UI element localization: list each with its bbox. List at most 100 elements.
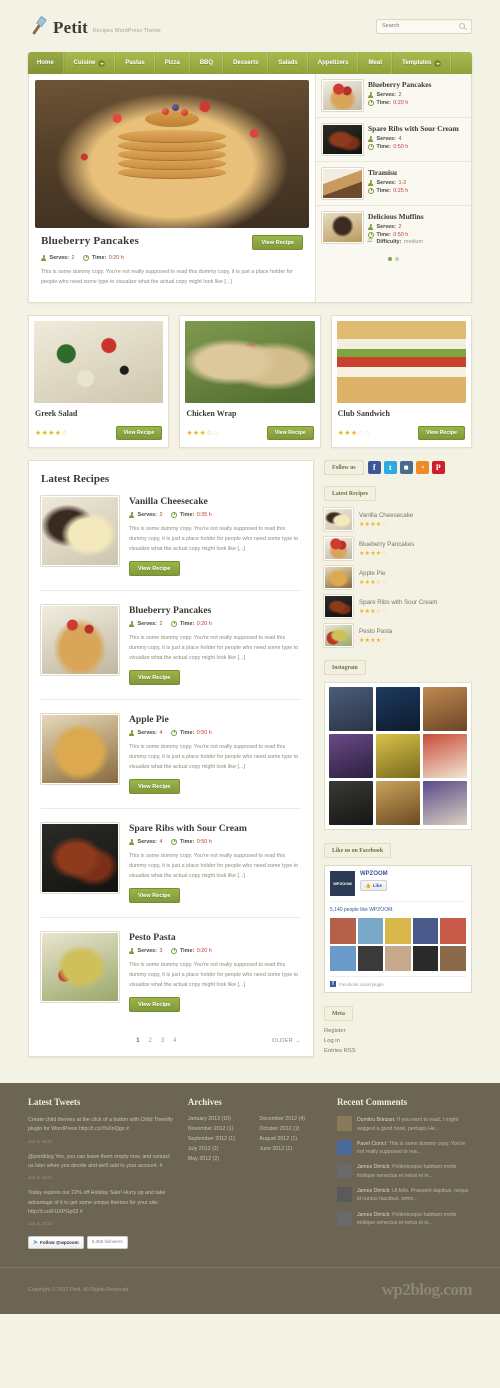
meta-link[interactable]: Register bbox=[324, 1028, 472, 1034]
post-title[interactable]: Pesto Pasta bbox=[129, 932, 301, 943]
recipe-card[interactable]: Club Sandwich ★★★☆☆ View Recipe bbox=[330, 315, 472, 448]
featured-slider[interactable]: Blueberry Pancakes View Recipe Serves: 2… bbox=[29, 74, 315, 302]
time-label: Time: bbox=[376, 187, 391, 194]
recipe-card[interactable]: Chicken Wrap ★★★☆☆ View Recipe bbox=[179, 315, 321, 448]
instagram-photo[interactable] bbox=[423, 734, 467, 778]
site-brand[interactable]: Petit Recipes WordPress Theme bbox=[28, 15, 161, 36]
meta-link[interactable]: Entries RSS bbox=[324, 1048, 472, 1054]
nav-item-home[interactable]: Home bbox=[28, 52, 64, 74]
post-title[interactable]: Apple Pie bbox=[129, 714, 301, 725]
view-recipe-button[interactable]: View Recipe bbox=[418, 426, 465, 440]
instagram-photo[interactable] bbox=[329, 781, 373, 825]
view-recipe-button[interactable]: View Recipe bbox=[266, 426, 314, 440]
post-title[interactable]: Blueberry Pancakes bbox=[129, 605, 301, 616]
nav-item-bbq[interactable]: BBQ bbox=[189, 52, 224, 74]
instagram-grid[interactable] bbox=[324, 682, 472, 830]
recent-comment[interactable]: James Dimick: Ut felis. Praesent dapibus… bbox=[336, 1187, 472, 1204]
facebook-like-button[interactable]: 👍 Like bbox=[360, 880, 387, 891]
older-link[interactable]: OLDER → bbox=[272, 1038, 301, 1044]
featured-list-item[interactable]: Spare Ribs with Sour Cream Serves: 4 Time: 0… bbox=[316, 118, 471, 162]
slider-dot[interactable] bbox=[395, 257, 399, 262]
post-time: Time: 0:20 h bbox=[171, 621, 212, 627]
archive-link[interactable]: August 2012 (1) bbox=[259, 1136, 323, 1142]
search-input[interactable] bbox=[382, 23, 459, 29]
instagram-photo[interactable] bbox=[376, 687, 420, 731]
sidebar-recipe-item[interactable]: Pesto Pasta ★★★★☆ bbox=[323, 623, 472, 648]
post-thumbnail[interactable] bbox=[40, 822, 120, 894]
instagram-photo[interactable] bbox=[423, 687, 467, 731]
archive-link[interactable]: June 2012 (1) bbox=[259, 1146, 323, 1152]
serves-value: 3 bbox=[159, 948, 163, 954]
nav-item-cuisine[interactable]: Cuisine bbox=[63, 52, 116, 74]
rating-stars: ★★★☆☆ bbox=[359, 579, 387, 586]
archive-link[interactable]: May 2012 (2) bbox=[188, 1156, 252, 1162]
tweet-date: Jan 3, 2013 bbox=[28, 1175, 53, 1181]
search-icon[interactable] bbox=[459, 22, 466, 30]
post-thumbnail[interactable] bbox=[40, 604, 120, 676]
nav-item-pastas[interactable]: Pastas bbox=[115, 52, 155, 74]
flickr-icon[interactable]: ■ bbox=[399, 461, 413, 474]
recent-comment[interactable]: James Dimick: Pellentesque habitant morb… bbox=[336, 1163, 472, 1180]
archive-link[interactable]: October 2012 (1) bbox=[259, 1126, 323, 1132]
featured-list-item[interactable]: Tiramisu Serves: 1-2 Time: 0:25 h bbox=[316, 162, 471, 206]
featured-thumbnail bbox=[321, 123, 364, 156]
facebook-icon[interactable]: f bbox=[367, 461, 381, 474]
recent-comment[interactable]: James Dimick: Pellentesque habitant morb… bbox=[336, 1210, 472, 1228]
latest-recipes-heading: Latest Recipes bbox=[41, 473, 110, 485]
nav-item-meat[interactable]: Meat bbox=[358, 52, 393, 74]
sidebar-recipe-item[interactable]: Spare Ribs with Sour Cream ★★★☆☆ bbox=[323, 594, 472, 619]
view-recipe-button[interactable]: View Recipe bbox=[129, 670, 180, 685]
sidebar-recipe-item[interactable]: Apple Pie ★★★☆☆ bbox=[323, 565, 472, 590]
slider-dots[interactable] bbox=[316, 251, 471, 268]
sidebar-recipe-item[interactable]: Blueberry Pancakes ★★★★☆ bbox=[323, 536, 472, 561]
search-box[interactable] bbox=[376, 18, 472, 34]
recent-comment[interactable]: Pavel Ciorici: This is some dummy copy. … bbox=[336, 1139, 472, 1157]
post-title[interactable]: Vanilla Cheesecake bbox=[129, 496, 301, 507]
slider-view-recipe-button[interactable]: View Recipe bbox=[252, 235, 303, 250]
recent-comment[interactable]: Dumitru Brinzan: If you want to read, I … bbox=[336, 1116, 472, 1133]
instagram-photo[interactable] bbox=[376, 781, 420, 825]
star-empty: ☆ bbox=[212, 429, 220, 437]
rss-icon[interactable]: ◔ bbox=[415, 461, 429, 474]
nav-item-pizza[interactable]: Pizza bbox=[154, 52, 190, 74]
archive-link[interactable]: July 2012 (2) bbox=[188, 1146, 252, 1152]
view-recipe-button[interactable]: View Recipe bbox=[129, 779, 180, 794]
post-thumbnail[interactable] bbox=[40, 931, 120, 1003]
instagram-photo[interactable] bbox=[423, 781, 467, 825]
twitter-follow-button[interactable]: ➤ Follow @wpzoom bbox=[28, 1236, 84, 1250]
serves-label: Serves: bbox=[376, 224, 396, 231]
recipe-card[interactable]: Greek Salad ★★★★☆ View Recipe bbox=[28, 315, 170, 448]
twitter-follow-widget[interactable]: ➤ Follow @wpzoom 8,368 followers bbox=[28, 1236, 174, 1250]
page-link[interactable]: 4 bbox=[173, 1038, 176, 1044]
archive-link[interactable]: September 2012 (1) bbox=[188, 1136, 252, 1142]
post-thumbnail[interactable] bbox=[40, 713, 120, 785]
page-link[interactable]: 3 bbox=[161, 1038, 164, 1044]
nav-item-salads[interactable]: Salads bbox=[268, 52, 308, 74]
nav-item-desserts[interactable]: Desserts bbox=[223, 52, 269, 74]
page-link[interactable]: 2 bbox=[149, 1038, 152, 1044]
nav-item-templates[interactable]: Templates bbox=[392, 52, 452, 74]
view-recipe-button[interactable]: View Recipe bbox=[115, 426, 163, 440]
post-title[interactable]: Spare Ribs with Sour Cream bbox=[129, 823, 301, 834]
view-recipe-button[interactable]: View Recipe bbox=[129, 888, 180, 903]
pinterest-icon[interactable]: P bbox=[431, 461, 445, 474]
facebook-like-count: 5,140 people like WPZOOM. bbox=[330, 902, 466, 918]
page-numbers[interactable]: 1 2 3 4 bbox=[136, 1038, 176, 1044]
view-recipe-button[interactable]: View Recipe bbox=[129, 997, 180, 1012]
archive-link[interactable]: January 2013 (10) bbox=[188, 1116, 252, 1122]
archive-link[interactable]: November 2012 (1) bbox=[188, 1126, 252, 1132]
nav-item-appetizers[interactable]: Appetizers bbox=[307, 52, 359, 74]
featured-list-item[interactable]: Blueberry Pancakes Serves: 2 Time: 0:20 h bbox=[316, 74, 471, 118]
page-link[interactable]: 1 bbox=[136, 1038, 139, 1044]
archive-link[interactable]: December 2012 (4) bbox=[259, 1116, 323, 1122]
instagram-photo[interactable] bbox=[376, 734, 420, 778]
post-thumbnail[interactable] bbox=[40, 495, 120, 567]
twitter-icon[interactable]: t bbox=[383, 461, 397, 474]
instagram-photo[interactable] bbox=[329, 734, 373, 778]
meta-link[interactable]: Log in bbox=[324, 1038, 472, 1044]
featured-list-item[interactable]: Delicious MuffinsServes:2Time:0:50 hDiff… bbox=[316, 206, 471, 251]
view-recipe-button[interactable]: View Recipe bbox=[129, 561, 180, 576]
slider-dot[interactable] bbox=[388, 257, 392, 262]
sidebar-recipe-item[interactable]: Vanilla Cheesecake ★★★★☆ bbox=[323, 507, 472, 532]
instagram-photo[interactable] bbox=[329, 687, 373, 731]
